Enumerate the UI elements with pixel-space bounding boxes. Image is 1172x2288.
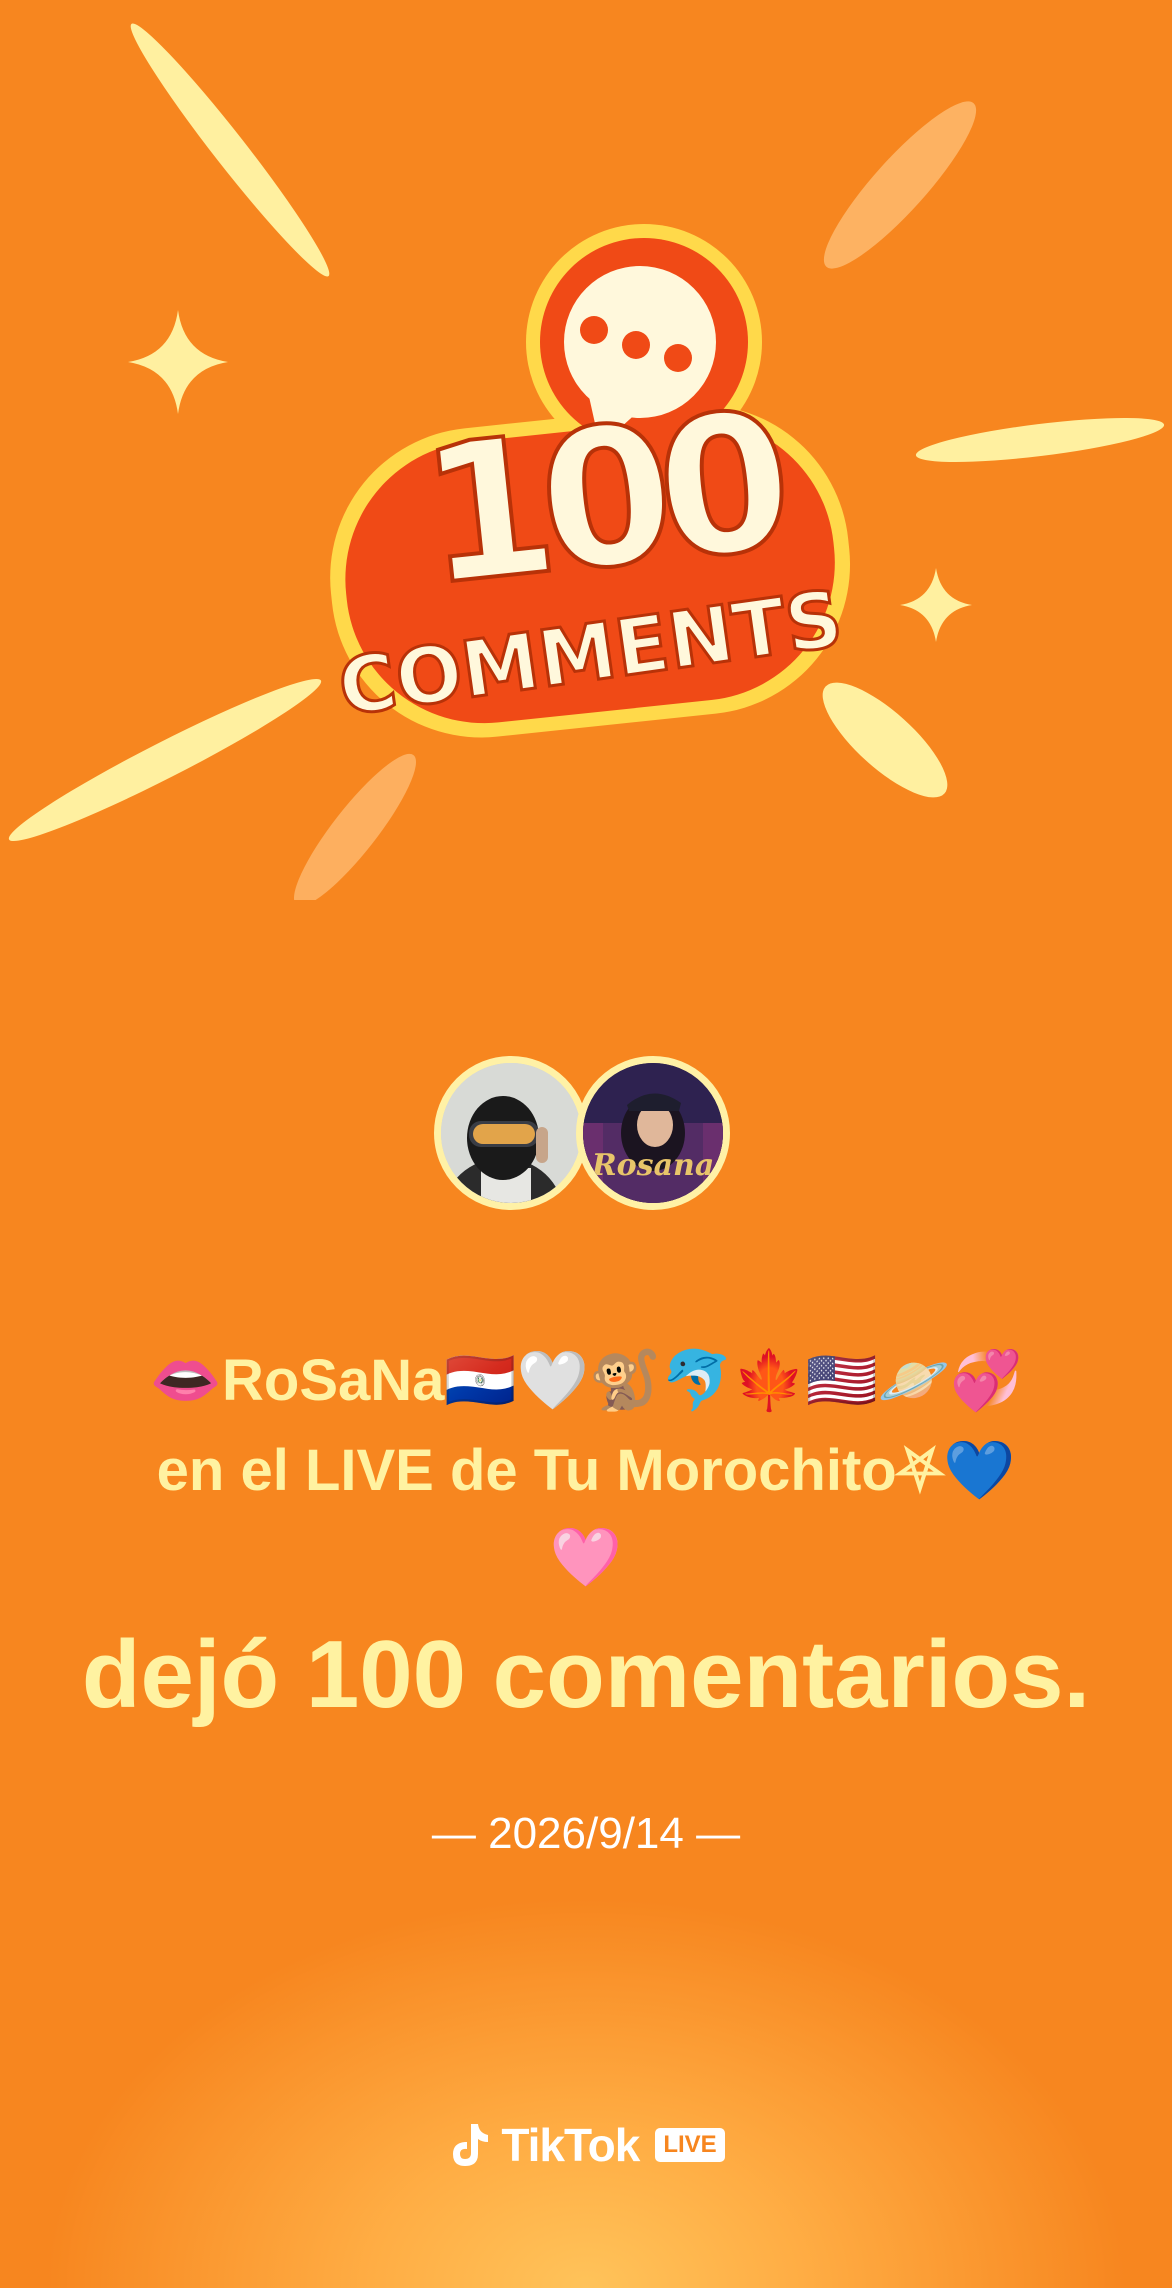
viewer-avatar[interactable] [434, 1056, 588, 1210]
heart-emoji: 🩷 [549, 1525, 623, 1590]
ray-top-left [130, 23, 330, 277]
celebration-screen: 100 COMMENTS Rosana 👄RoSaNa🇵🇾🤍🐒🐬🍁🇺🇸🪐💞 en… [0, 0, 1172, 2288]
viewer-avatar-image [441, 1063, 581, 1203]
sparkle-left-icon [128, 310, 228, 414]
brand-name: TikTok [501, 2119, 640, 2171]
ray-bottom-mid [293, 753, 417, 900]
ray-bottom-right [822, 682, 948, 798]
live-badge: LIVE [655, 2128, 725, 2162]
burst-decoration: 100 COMMENTS [8, 23, 1165, 900]
ray-top-right [823, 101, 977, 269]
sparkle-right-icon [900, 568, 972, 642]
live-host-text: en el LIVE de Tu Morochito⛧💙 [156, 1438, 1016, 1503]
tiktok-note-icon [453, 2124, 489, 2166]
comments-badge: 100 COMMENTS [330, 224, 851, 738]
username-text: 👄RoSaNa🇵🇾🤍🐒🐬🍁🇺🇸🪐💞 [149, 1348, 1023, 1413]
streamer-avatar[interactable]: Rosana [576, 1056, 730, 1210]
tiktok-live-logo: TikTok LIVE [0, 2110, 1172, 2180]
ray-bottom-left [8, 678, 322, 842]
comment-message: 👄RoSaNa🇵🇾🤍🐒🐬🍁🇺🇸🪐💞 en el LIVE de Tu Moroc… [60, 1336, 1112, 1600]
achievement-text: dejó 100 comentarios. [81, 1621, 1091, 1728]
svg-text:Rosana: Rosana [591, 1148, 715, 1183]
streamer-avatar-image: Rosana [583, 1063, 723, 1203]
participant-avatars: Rosana [434, 1056, 738, 1226]
ray-right [915, 417, 1165, 463]
date-text: — 2026/9/14 — [431, 1809, 741, 1858]
